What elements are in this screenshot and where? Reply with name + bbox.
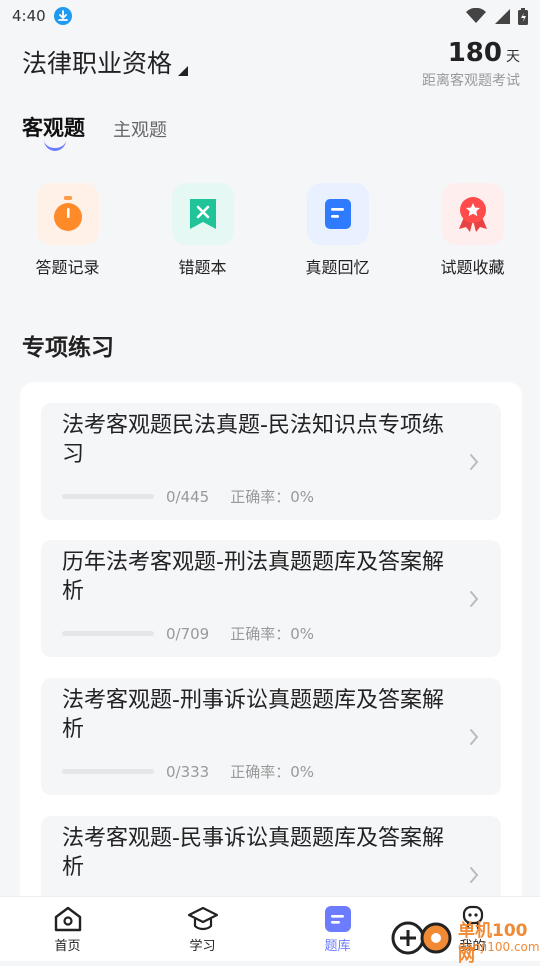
quick-wrong-book-icon-box (171, 183, 234, 245)
download-icon (53, 7, 72, 25)
tab-active-indicator (44, 140, 66, 151)
status-left: 4:40 (12, 7, 72, 25)
status-bar: 4:40 (0, 0, 540, 32)
status-right (466, 7, 528, 25)
chevron-right-icon (470, 591, 479, 607)
accuracy-rate: 正确率：0% (230, 488, 315, 506)
quick-favorites-label: 试题收藏 (440, 258, 505, 277)
document-icon (324, 199, 351, 229)
practice-list: 法考客观题民法真题-民法知识点专项练习 0/445 正确率：0% 历年法考客观题… (20, 382, 522, 922)
question-bank-icon (324, 906, 351, 932)
progress-count: 0/333 (166, 762, 210, 781)
tab-objective[interactable]: 客观题 (22, 112, 85, 151)
practice-card-title: 历年法考客观题-刑法真题题库及答案解析 (62, 550, 444, 604)
progress-count: 0/709 (166, 624, 210, 643)
caret-down-icon (178, 66, 189, 76)
nav-home[interactable]: 首页 (0, 897, 135, 961)
tab-subjective[interactable]: 主观题 (113, 116, 167, 142)
days-number: 180 (447, 38, 502, 68)
practice-card-progress: 0/445 正确率：0% (62, 486, 314, 507)
quick-actions: 答题记录 错题本 真题回忆 试题收藏 (0, 183, 540, 278)
graduation-cap-icon (187, 906, 218, 931)
section-title: 专项练习 (22, 335, 114, 361)
quick-real-exam-recall-icon-box (306, 183, 369, 245)
chevron-right-icon (470, 454, 479, 470)
nav-study[interactable]: 学习 (135, 897, 270, 961)
nav-question-bank-label: 题库 (324, 939, 351, 954)
practice-card-progress: 0/709 正确率：0% (62, 623, 314, 644)
status-time: 4:40 (12, 7, 46, 25)
watermark-url: danji100.com (458, 940, 540, 954)
accuracy-rate: 正确率：0% (230, 763, 315, 781)
quick-answer-records-icon-box (36, 183, 99, 245)
quick-answer-records-label: 答题记录 (35, 258, 100, 277)
practice-card[interactable]: 历年法考客观题-刑法真题题库及答案解析 0/709 正确率：0% (41, 540, 501, 657)
quick-real-exam-recall[interactable]: 真题回忆 (270, 183, 405, 278)
exam-selector[interactable]: 法律职业资格 (22, 44, 189, 80)
days-unit: 天 (506, 49, 520, 65)
nav-home-label: 首页 (54, 939, 81, 954)
countdown-label: 距离客观题考试 (422, 73, 520, 89)
quick-favorites-icon-box (441, 183, 504, 245)
ribbon-star-icon (458, 197, 487, 232)
home-icon (54, 906, 81, 932)
practice-card[interactable]: 法考客观题民法真题-民法知识点专项练习 0/445 正确率：0% (41, 403, 501, 520)
quick-wrong-book-label: 错题本 (178, 258, 227, 277)
wifi-icon (466, 8, 486, 23)
quick-answer-records[interactable]: 答题记录 (0, 183, 135, 278)
signal-icon (495, 9, 510, 24)
practice-card-title: 法考客观题-民事诉讼真题题库及答案解析 (62, 826, 444, 880)
quick-favorites[interactable]: 试题收藏 (405, 183, 540, 278)
quick-wrong-book[interactable]: 错题本 (135, 183, 270, 278)
progress-bar (62, 769, 154, 774)
progress-bar (62, 631, 154, 636)
exam-title: 法律职业资格 (22, 49, 173, 78)
practice-card-title: 法考客观题民法真题-民法知识点专项练习 (62, 413, 444, 467)
nav-question-bank[interactable]: 题库 (270, 897, 405, 961)
nav-study-label: 学习 (189, 939, 216, 954)
battery-icon (518, 7, 528, 25)
practice-card[interactable]: 法考客观题-刑事诉讼真题题库及答案解析 0/333 正确率：0% (41, 678, 501, 795)
watermark-logo-icon (391, 921, 452, 955)
header: 法律职业资格 180 天 距离客观题考试 (22, 38, 520, 100)
progress-bar (62, 494, 154, 499)
tab-objective-label: 客观题 (22, 116, 85, 140)
tab-subjective-label: 主观题 (113, 120, 167, 141)
wrong-book-icon (189, 199, 216, 229)
watermark: 单机100网 danji100.com (388, 912, 540, 966)
chevron-right-icon (470, 867, 479, 883)
chevron-right-icon (470, 729, 479, 745)
tab-bar: 客观题 主观题 (22, 112, 167, 151)
stopwatch-icon (53, 196, 82, 231)
accuracy-rate: 正确率：0% (230, 625, 315, 643)
practice-card-progress: 0/333 正确率：0% (62, 761, 314, 782)
progress-count: 0/445 (166, 487, 210, 506)
practice-card-title: 法考客观题-刑事诉讼真题题库及答案解析 (62, 688, 444, 742)
exam-countdown: 180 天 距离客观题考试 (422, 38, 520, 90)
quick-real-exam-recall-label: 真题回忆 (305, 258, 370, 277)
